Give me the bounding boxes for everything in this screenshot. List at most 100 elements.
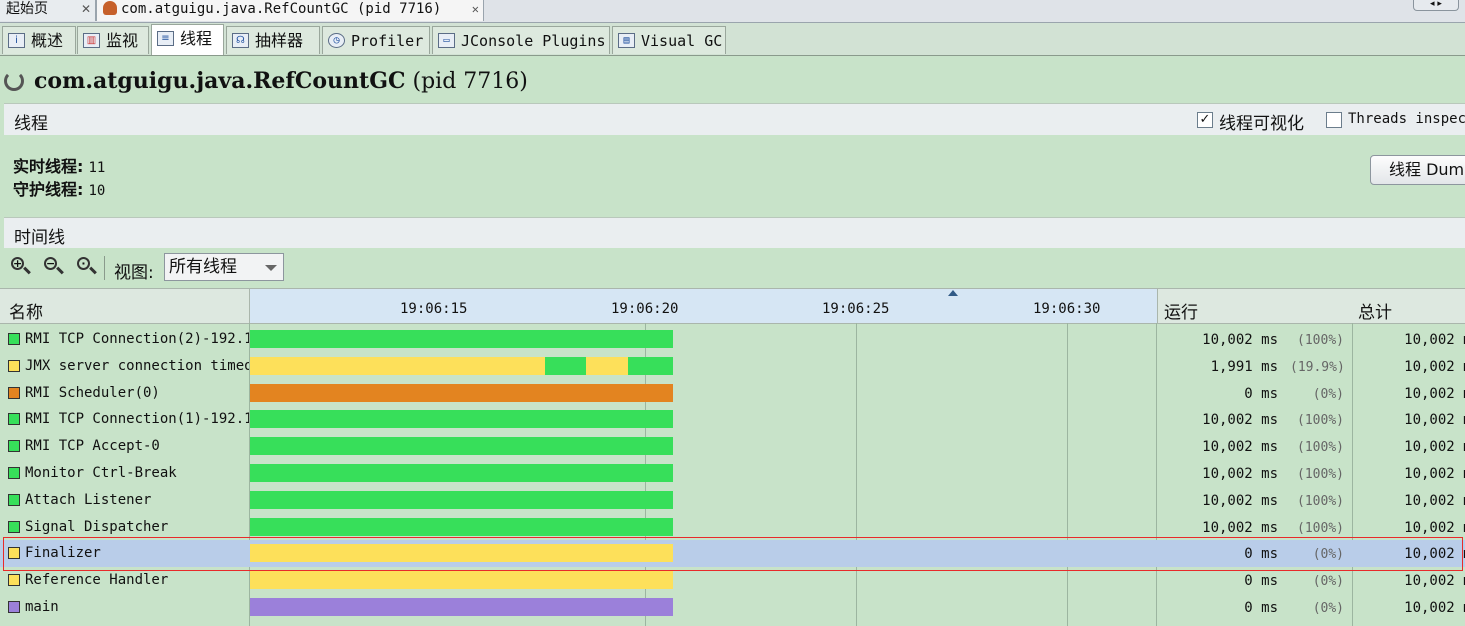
column-header-name[interactable]: 名称 [9,298,43,323]
thread-timeline-bar[interactable] [250,437,673,455]
daemon-threads-value: 10 [88,183,106,199]
document-tab-bar: 起始页 ✕ com.atguigu.java.RefCountGC (pid 7… [0,0,1465,23]
thread-state-segment [250,491,673,509]
timeline-tick: 19:06:30 [1033,301,1101,317]
visualize-threads-label[interactable]: 线程可视化 [1219,109,1304,134]
tab-visual-gc[interactable]: ▤ Visual GC [612,26,726,54]
running-time: 0 ms [1244,386,1278,402]
zoom-out-icon[interactable]: − [43,256,65,278]
total-time: 10,002 ms [1404,332,1465,348]
running-percent: (100%) [1297,467,1344,482]
tab-overview[interactable]: i 概述 [2,26,76,54]
tab-jconsole-plugins[interactable]: ▭ JConsole Plugins [432,26,610,54]
thread-state-swatch-icon [8,333,20,345]
table-row[interactable]: JMX server connection timeout 1,991 ms (19… [0,353,1465,380]
running-percent: (0%) [1312,601,1344,616]
daemon-threads-label: 守护线程: [13,180,84,199]
thread-timeline-bar[interactable] [250,410,673,428]
running-percent: (100%) [1297,521,1344,536]
thread-state-segment [586,357,628,375]
tab-visual-gc-label: Visual GC [641,32,723,50]
page-title-row: com.atguigu.java.RefCountGC (pid 7716) [0,66,1465,102]
thread-state-swatch-icon [8,440,20,452]
thread-timeline-bar[interactable] [250,384,673,402]
tab-monitor-label: 监视 [106,31,139,50]
timeline-toolbar: + − · 视图: 所有线程 [0,250,1465,286]
tab-jconsole-plugins-label: JConsole Plugins [461,32,606,50]
close-tab-icon[interactable]: ✕ [472,0,479,19]
running-percent: (0%) [1312,574,1344,589]
thread-state-swatch-icon [8,494,20,506]
thread-state-segment [250,464,673,482]
running-percent: (100%) [1297,333,1344,348]
tab-sampler-label: 抽样器 [255,31,304,50]
doc-tab-app-label: com.atguigu.java.RefCountGC (pid 7716) [121,1,442,17]
table-row[interactable]: Reference Handler 0 ms (0%) 10,002 ms [0,567,1465,594]
thread-state-segment [250,357,545,375]
thread-state-swatch-icon [8,521,20,533]
column-header-timeline[interactable]: 19:06:15 19:06:20 19:06:25 19:06:30 [249,289,1158,323]
timeline-section-header: 时间线 [4,217,1465,248]
running-percent: (19.9%) [1290,360,1345,375]
threads-inspector-label[interactable]: Threads inspector [1348,111,1465,127]
chart-icon: ▥ [83,33,100,48]
table-row[interactable]: RMI TCP Connection(2)-192.168 10,002 ms (1… [0,326,1465,353]
thread-state-segment [250,410,673,428]
thread-timeline-bar[interactable] [250,571,673,589]
thread-name: RMI TCP Connection(2)-192.168 [25,331,249,347]
thread-state-swatch-icon [8,574,20,586]
running-percent: (100%) [1297,494,1344,509]
total-time: 10,002 ms [1404,412,1465,428]
gc-chart-icon: ▤ [618,33,635,48]
zoom-in-icon[interactable]: + [10,256,32,278]
column-header-total[interactable]: 总计 [1358,298,1392,323]
tab-threads-label: 线程 [180,29,213,48]
thread-timeline-bar[interactable] [250,330,673,348]
thread-state-segment [628,357,673,375]
tab-sampler[interactable]: ☊ 抽样器 [226,26,320,54]
window-controls[interactable]: ◂ ▸ [1413,0,1459,11]
threads-inspector-checkbox[interactable] [1326,112,1342,128]
info-icon: i [8,33,25,48]
tab-monitor[interactable]: ▥ 监视 [77,26,149,54]
thread-timeline-bar[interactable] [250,518,673,536]
thread-state-swatch-icon [8,360,20,372]
application-name: com.atguigu.java.RefCountGC [34,68,406,94]
console-icon: ▭ [438,33,455,48]
view-label: 视图: [114,263,154,283]
threads-list-icon: ≡ [157,31,174,46]
total-time: 10,002 ms [1404,600,1465,616]
chevron-down-icon [265,265,277,271]
table-row[interactable]: RMI Scheduler(0) 0 ms (0%) 10,002 ms [0,380,1465,407]
visualize-threads-checkbox[interactable]: ✓ [1197,112,1213,128]
tab-profiler[interactable]: ◷ Profiler [322,26,430,54]
table-row[interactable]: RMI TCP Accept-0 10,002 ms (100%) 10,002 ms [0,433,1465,460]
tab-threads[interactable]: ≡ 线程 [151,24,224,55]
running-time: 10,002 ms [1202,412,1278,428]
thread-name: JMX server connection timeout [25,358,249,374]
zoom-fit-icon[interactable]: · [76,256,98,278]
thread-timeline-bar[interactable] [250,357,673,375]
doc-tab-application[interactable]: com.atguigu.java.RefCountGC (pid 7716) ✕ [96,0,484,21]
view-select[interactable]: 所有线程 [164,253,284,281]
live-threads-value: 11 [88,160,106,176]
thread-dump-button[interactable]: 线程 Dump [1370,155,1465,185]
table-row[interactable]: main 0 ms (0%) 10,002 ms [0,594,1465,621]
timeline-tick: 19:06:20 [611,301,679,317]
thread-state-segment [545,357,586,375]
doc-tab-start-label: 起始页 [6,1,48,17]
thread-timeline-bar[interactable] [250,598,673,616]
thread-state-swatch-icon [8,467,20,479]
column-header-running[interactable]: 运行 [1164,298,1198,323]
thread-name: RMI Scheduler(0) [25,385,160,401]
table-row[interactable]: Monitor Ctrl-Break 10,002 ms (100%) 10,002 … [0,460,1465,487]
table-row[interactable]: RMI TCP Connection(1)-192.168 10,002 ms (1… [0,406,1465,433]
thread-timeline-bar[interactable] [250,464,673,482]
thread-name: Signal Dispatcher [25,519,169,535]
table-row[interactable]: Attach Listener 10,002 ms (100%) 10,002 ms [0,487,1465,514]
doc-tab-start-page[interactable]: 起始页 ✕ [0,0,96,21]
close-tab-icon[interactable]: ✕ [81,0,91,19]
thread-state-segment [250,518,673,536]
page-title: com.atguigu.java.RefCountGC (pid 7716) [34,68,528,94]
thread-timeline-bar[interactable] [250,491,673,509]
